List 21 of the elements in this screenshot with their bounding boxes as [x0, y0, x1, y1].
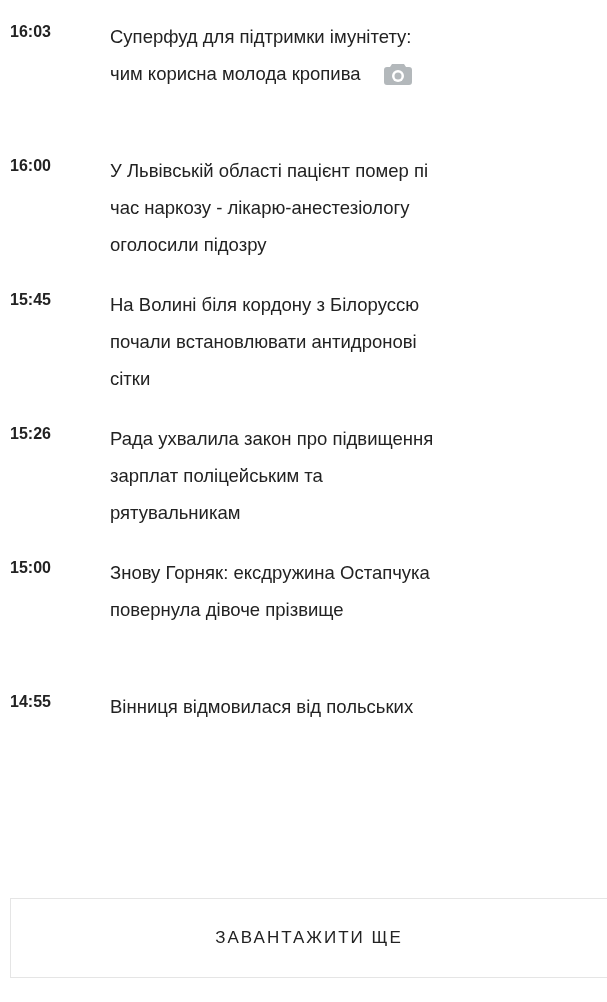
- headline-link[interactable]: час наркозу - лікарю-анестезіологу: [110, 189, 410, 226]
- headline-link[interactable]: Рада ухвалила закон про підвищення: [110, 420, 434, 457]
- news-time: 15:45: [10, 290, 52, 310]
- headline-link[interactable]: сітки: [110, 360, 151, 397]
- headline-link[interactable]: У Львівській області пацієнт помер пі: [110, 152, 429, 189]
- headline-link[interactable]: На Волині біля кордону з Білоруссю: [110, 286, 420, 323]
- news-time: 15:00: [10, 558, 52, 578]
- headline-link[interactable]: зарплат поліцейським та: [110, 457, 323, 494]
- headline-link[interactable]: Вінниця відмовилася від польських: [110, 688, 414, 725]
- headline-link[interactable]: почали встановлювати антидронові: [110, 323, 417, 360]
- news-time: 16:03: [10, 22, 52, 42]
- headline-link[interactable]: рятувальникам: [110, 494, 241, 531]
- headline-link[interactable]: Знову Горняк: ексдружина Остапчука: [110, 554, 430, 591]
- news-time: 15:26: [10, 424, 52, 444]
- load-more-button[interactable]: ЗАВАНТАЖИТИ ЩЕ: [10, 898, 607, 978]
- headline-link[interactable]: чим корисна молода кропива: [110, 55, 361, 92]
- headline-link[interactable]: оголосили підозру: [110, 226, 267, 263]
- news-time: 14:55: [10, 692, 52, 712]
- news-time: 16:00: [10, 156, 52, 176]
- headline-link[interactable]: повернула дівоче прізвище: [110, 591, 344, 628]
- headline-link[interactable]: Суперфуд для підтримки імунітету:: [110, 18, 412, 55]
